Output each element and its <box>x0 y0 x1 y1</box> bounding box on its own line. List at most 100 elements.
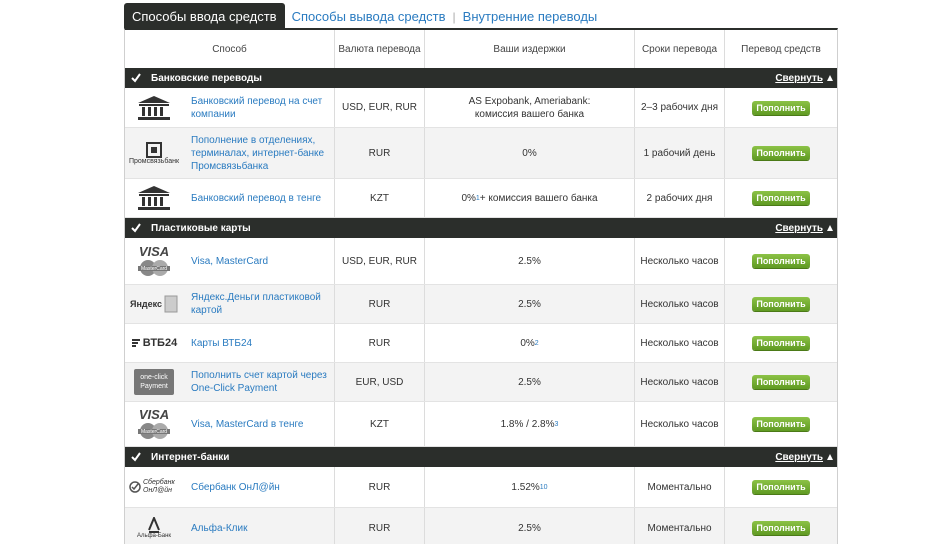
currency-cell: USD, EUR, RUR <box>335 238 425 284</box>
method-link[interactable]: Сбербанк ОнЛ@йн <box>191 481 280 494</box>
term-cell: Несколько часов <box>635 238 725 284</box>
deposit-button[interactable]: Пополнить <box>752 146 810 160</box>
method-cell: Банковский перевод на счет компании <box>125 88 335 127</box>
table-row: Промсвязьбанк Пополнение в отделениях, т… <box>125 128 837 179</box>
fee-cell: AS Expobank, Ameriabank: комиссия вашего… <box>425 88 635 127</box>
deposit-button[interactable]: Пополнить <box>752 375 810 389</box>
checkmark-icon <box>131 73 141 83</box>
deposit-button[interactable]: Пополнить <box>752 254 810 268</box>
table-row: ВТБ24 Карты ВТБ24 RUR 0% 2 Несколько часо… <box>125 324 837 363</box>
fee-cell: 2.5% <box>425 363 635 401</box>
transfer-cell: Пополнить <box>725 179 837 217</box>
method-link[interactable]: Альфа-Клик <box>191 522 247 535</box>
method-link[interactable]: Карты ВТБ24 <box>191 337 252 350</box>
section-internet-banks: Интернет-банки Свернуть <box>125 447 837 467</box>
fee-cell: 0% 1 + комиссия вашего банка <box>425 179 635 217</box>
tab-deposit-methods[interactable]: Способы ввода средств <box>124 3 285 30</box>
deposit-button[interactable]: Пополнить <box>752 480 810 494</box>
collapse-link[interactable]: Свернуть <box>775 223 823 234</box>
deposit-button[interactable]: Пополнить <box>752 336 810 350</box>
fee-cell: 0% 2 <box>425 324 635 362</box>
visa-mastercard-icon: VISA MasterCard <box>125 238 183 284</box>
fee-suffix: + комиссия вашего банка <box>479 192 598 204</box>
svg-text:MasterCard: MasterCard <box>141 429 167 435</box>
method-link[interactable]: Яндекс.Деньги пластиковой картой <box>191 291 334 317</box>
method-link[interactable]: Банковский перевод на счет компании <box>191 95 334 121</box>
collapse-link[interactable]: Свернуть <box>775 73 823 84</box>
method-cell: Яндекс Яндекс.Деньги пластиковой картой <box>125 285 335 323</box>
deposit-button[interactable]: Пополнить <box>752 521 810 535</box>
table-row: Сбербанк ОнЛ@йн Сбербанк ОнЛ@йн RUR 1.52… <box>125 467 837 508</box>
method-link[interactable]: Visa, MasterCard в тенге <box>191 418 303 431</box>
logo-text: ВТБ24 <box>142 337 178 349</box>
currency-cell: USD, EUR, RUR <box>335 88 425 127</box>
method-link[interactable]: Пополнить счет картой через One-Click Pa… <box>191 369 334 395</box>
table-row: Альфа-Банк Альфа-Клик RUR 2.5% Моменталь… <box>125 508 837 544</box>
fee-cell: 2.5% <box>425 508 635 544</box>
fee-cell: 1.8% / 2.8% 3 <box>425 402 635 446</box>
fee-cell: 0% <box>425 128 635 178</box>
section-title: Банковские переводы <box>151 72 262 84</box>
fee-cell: 1.52% 10 <box>425 467 635 507</box>
term-cell: Несколько часов <box>635 363 725 401</box>
transfer-cell: Пополнить <box>725 363 837 401</box>
method-link[interactable]: Банковский перевод в тенге <box>191 192 321 205</box>
deposit-button[interactable]: Пополнить <box>752 297 810 311</box>
currency-cell: RUR <box>335 128 425 178</box>
footnote-link[interactable]: 3 <box>555 421 559 428</box>
header-transfer: Перевод средств <box>741 43 821 55</box>
method-link[interactable]: Visa, MasterCard <box>191 255 268 268</box>
table-row: Банковский перевод в тенге KZT 0% 1 + ком… <box>125 179 837 218</box>
bank-building-icon <box>125 179 183 217</box>
term-cell: Несколько часов <box>635 324 725 362</box>
transfer-cell: Пополнить <box>725 88 837 127</box>
fee-text: 0% <box>520 337 535 349</box>
fee-text: 0% <box>461 192 476 204</box>
yandex-money-icon: Яндекс <box>125 285 183 323</box>
term-cell: Моментально <box>635 508 725 544</box>
fee-text: 1.8% / 2.8% <box>500 418 555 430</box>
method-cell: Сбербанк ОнЛ@йн Сбербанк ОнЛ@йн <box>125 467 335 507</box>
currency-cell: EUR, USD <box>335 363 425 401</box>
arrow-up-icon <box>827 225 833 231</box>
deposit-button[interactable]: Пополнить <box>752 100 810 115</box>
currency-cell: RUR <box>335 285 425 323</box>
term-cell: Моментально <box>635 467 725 507</box>
svg-text:VISA: VISA <box>139 244 169 259</box>
vtb24-logo-icon: ВТБ24 <box>125 324 183 362</box>
checkmark-icon <box>131 452 141 462</box>
transfer-cell: Пополнить <box>725 402 837 446</box>
term-cell: 2–3 рабочих дня <box>635 88 725 127</box>
table-row: VISA MasterCard Visa, MasterCard в тенге … <box>125 402 837 447</box>
header-terms: Сроки перевода <box>635 30 725 68</box>
footnote-link[interactable]: 10 <box>540 484 548 491</box>
section-title: Интернет-банки <box>151 451 230 463</box>
fee-cell: 2.5% <box>425 285 635 323</box>
table-header: Способ Валюта перевода Ваши издержки Сро… <box>125 30 837 69</box>
term-cell: Несколько часов <box>635 402 725 446</box>
logo-text: Альфа-Банк <box>136 533 172 539</box>
header-currency: Валюта перевода <box>335 30 425 68</box>
footnote-link[interactable]: 2 <box>535 340 539 347</box>
method-tabs: Способы ввода средств Способы вывода сре… <box>124 3 604 30</box>
transfer-cell: Пополнить <box>725 128 837 178</box>
deposit-button[interactable]: Пополнить <box>752 417 810 431</box>
sberbank-online-icon: Сбербанк ОнЛ@йн <box>125 467 183 507</box>
method-link[interactable]: Пополнение в отделениях, терминалах, инт… <box>191 134 334 173</box>
collapse-link[interactable]: Свернуть <box>775 452 823 463</box>
currency-cell: KZT <box>335 402 425 446</box>
promsvyazbank-logo-icon: Промсвязьбанк <box>125 128 183 178</box>
method-cell: Промсвязьбанк Пополнение в отделениях, т… <box>125 128 335 178</box>
method-cell: Альфа-Банк Альфа-Клик <box>125 508 335 544</box>
section-title: Пластиковые карты <box>151 222 251 234</box>
transfer-cell: Пополнить <box>725 324 837 362</box>
alfa-bank-icon: Альфа-Банк <box>125 508 183 544</box>
tab-withdraw-methods[interactable]: Способы вывода средств <box>285 3 453 30</box>
bank-building-icon <box>125 88 183 127</box>
tab-internal-transfers[interactable]: Внутренние переводы <box>456 3 605 30</box>
arrow-up-icon <box>827 454 833 460</box>
logo-text: Сбербанк ОнЛ@йн <box>143 479 175 494</box>
table-row: VISA MasterCard Visa, MasterCard USD, EUR… <box>125 238 837 285</box>
deposit-button[interactable]: Пополнить <box>752 191 810 205</box>
table-row: one-click Payment Пополнить счет картой … <box>125 363 837 402</box>
